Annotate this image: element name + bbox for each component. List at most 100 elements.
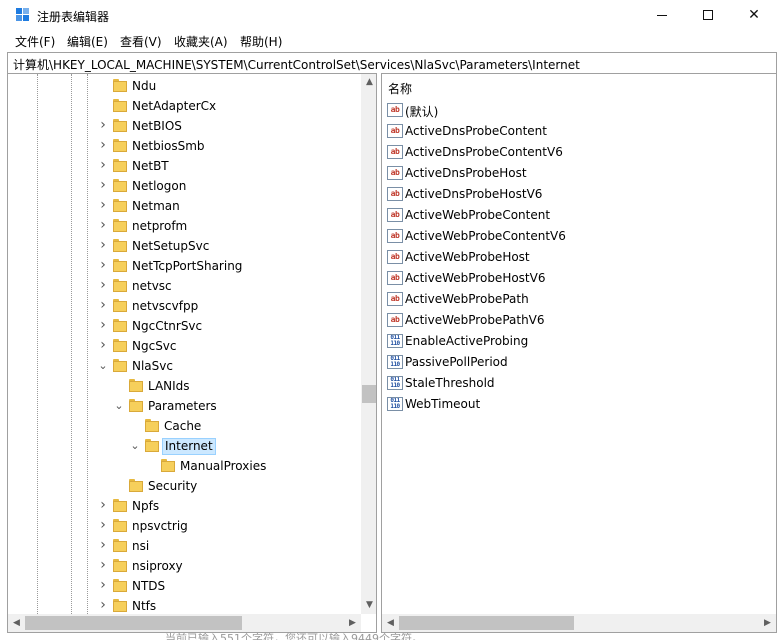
menu-file[interactable]: 文件(F): [15, 33, 55, 50]
tree-item-label[interactable]: nsiproxy: [130, 558, 185, 575]
chevron-right-icon[interactable]: ›: [97, 338, 109, 352]
tree-item-label[interactable]: NetTcpPortSharing: [130, 258, 244, 275]
chevron-right-icon[interactable]: ›: [97, 258, 109, 272]
maximize-button[interactable]: [685, 0, 731, 30]
chevron-down-icon[interactable]: ⌄: [129, 440, 141, 452]
value-name[interactable]: ActiveDnsProbeHostV6: [405, 187, 542, 201]
value-name[interactable]: ActiveWebProbePath: [405, 292, 529, 306]
tree-item-ngcctnrsvc[interactable]: › NgcCtnrSvc: [8, 316, 361, 336]
tree-item-label[interactable]: NetAdapterCx: [130, 98, 218, 115]
value-name[interactable]: StaleThreshold: [405, 376, 495, 390]
scroll-left-icon[interactable]: ◀: [382, 614, 399, 632]
address-bar[interactable]: 计算机\HKEY_LOCAL_MACHINE\SYSTEM\CurrentCon…: [7, 52, 777, 73]
tree-vertical-scroll-thumb[interactable]: [362, 385, 376, 403]
value-row[interactable]: ab ActiveWebProbeContentV6: [386, 226, 766, 247]
tree-item-ntfs[interactable]: › Ntfs: [8, 596, 361, 614]
close-button[interactable]: ✕: [731, 0, 777, 30]
tree-item-security[interactable]: Security: [8, 476, 361, 496]
list-horizontal-scroll-thumb[interactable]: [399, 616, 574, 630]
chevron-right-icon[interactable]: ›: [97, 238, 109, 252]
tree-item-label[interactable]: Npfs: [130, 498, 161, 515]
tree-item-netprofm[interactable]: › netprofm: [8, 216, 361, 236]
tree-item-label[interactable]: Ntfs: [130, 598, 158, 614]
value-row[interactable]: ab ActiveDnsProbeHost: [386, 163, 766, 184]
value-row[interactable]: ab ActiveWebProbeContent: [386, 205, 766, 226]
chevron-right-icon[interactable]: ›: [97, 298, 109, 312]
chevron-down-icon[interactable]: ⌄: [113, 400, 125, 412]
tree-item-label[interactable]: Parameters: [146, 398, 219, 415]
chevron-right-icon[interactable]: ›: [97, 178, 109, 192]
scroll-up-icon[interactable]: ▲: [361, 74, 376, 91]
tree-item-netman[interactable]: › Netman: [8, 196, 361, 216]
value-row[interactable]: 011 110 PassivePollPeriod: [386, 352, 766, 373]
tree-item-label[interactable]: Ndu: [130, 78, 158, 95]
tree-item-label[interactable]: Cache: [162, 418, 203, 435]
tree-item-label[interactable]: Security: [146, 478, 199, 495]
value-row[interactable]: ab ActiveDnsProbeContent: [386, 121, 766, 142]
chevron-right-icon[interactable]: ›: [97, 598, 109, 612]
value-row[interactable]: ab ActiveDnsProbeHostV6: [386, 184, 766, 205]
chevron-right-icon[interactable]: ›: [97, 538, 109, 552]
tree-item-label[interactable]: netprofm: [130, 218, 189, 235]
tree-item-ngcsvc[interactable]: › NgcSvc: [8, 336, 361, 356]
tree-item-ntds[interactable]: › NTDS: [8, 576, 361, 596]
tree-item-label[interactable]: NetBT: [130, 158, 171, 175]
value-row[interactable]: 011 110 EnableActiveProbing: [386, 331, 766, 352]
minimize-button[interactable]: [639, 0, 685, 30]
chevron-right-icon[interactable]: ›: [97, 158, 109, 172]
chevron-right-icon[interactable]: ›: [97, 218, 109, 232]
tree-item-label[interactable]: netvsc: [130, 278, 174, 295]
tree-item-label[interactable]: NetSetupSvc: [130, 238, 211, 255]
menu-favorites[interactable]: 收藏夹(A): [174, 33, 228, 50]
tree-item-label[interactable]: NetBIOS: [130, 118, 184, 135]
scroll-right-icon[interactable]: ▶: [344, 614, 361, 632]
tree-item-parameters[interactable]: ⌄ Parameters: [8, 396, 361, 416]
tree-item-manualproxies[interactable]: ManualProxies: [8, 456, 361, 476]
value-name[interactable]: PassivePollPeriod: [405, 355, 508, 369]
chevron-right-icon[interactable]: ›: [97, 278, 109, 292]
value-row[interactable]: ab ActiveWebProbePath: [386, 289, 766, 310]
list-horizontal-scrollbar[interactable]: ◀ ▶: [382, 614, 776, 632]
tree-item-label[interactable]: Netlogon: [130, 178, 188, 195]
chevron-right-icon[interactable]: ›: [97, 498, 109, 512]
scroll-right-icon[interactable]: ▶: [759, 614, 776, 632]
tree-item-label[interactable]: Internet: [162, 438, 216, 455]
value-name[interactable]: ActiveDnsProbeHost: [405, 166, 527, 180]
tree-item-nsiproxy[interactable]: › nsiproxy: [8, 556, 361, 576]
menu-help[interactable]: 帮助(H): [240, 33, 282, 50]
value-name[interactable]: ActiveWebProbePathV6: [405, 313, 545, 327]
value-row[interactable]: 011 110 WebTimeout: [386, 394, 766, 415]
tree-item-label[interactable]: ManualProxies: [178, 458, 268, 475]
tree-item-label[interactable]: NgcSvc: [130, 338, 179, 355]
tree-item-label[interactable]: NTDS: [130, 578, 167, 595]
value-name[interactable]: ActiveDnsProbeContent: [405, 124, 547, 138]
chevron-right-icon[interactable]: ›: [97, 518, 109, 532]
tree-item-netsetupsvc[interactable]: › NetSetupSvc: [8, 236, 361, 256]
scroll-left-icon[interactable]: ◀: [8, 614, 25, 632]
value-name[interactable]: ActiveWebProbeContent: [405, 208, 550, 222]
tree-item-nlasvc[interactable]: ⌄ NlaSvc: [8, 356, 361, 376]
value-row[interactable]: ab ActiveDnsProbeContentV6: [386, 142, 766, 163]
tree-item-cache[interactable]: Cache: [8, 416, 361, 436]
value-name[interactable]: (默认): [405, 103, 438, 120]
tree-item-label[interactable]: LANIds: [146, 378, 192, 395]
chevron-right-icon[interactable]: ›: [97, 138, 109, 152]
tree-item-nsi[interactable]: › nsi: [8, 536, 361, 556]
value-name[interactable]: EnableActiveProbing: [405, 334, 528, 348]
chevron-right-icon[interactable]: ›: [97, 118, 109, 132]
tree-item-label[interactable]: Netman: [130, 198, 182, 215]
tree-item-npsvctrig[interactable]: › npsvctrig: [8, 516, 361, 536]
tree-vertical-scrollbar[interactable]: ▲ ▼: [361, 74, 376, 614]
tree-item-netlogon[interactable]: › Netlogon: [8, 176, 361, 196]
tree-item-label[interactable]: nsi: [130, 538, 151, 555]
tree-item-npfs[interactable]: › Npfs: [8, 496, 361, 516]
menu-edit[interactable]: 编辑(E): [67, 33, 108, 50]
tree-item-label[interactable]: netvscvfpp: [130, 298, 200, 315]
tree-item-netvscvfpp[interactable]: › netvscvfpp: [8, 296, 361, 316]
scroll-down-icon[interactable]: ▼: [361, 597, 376, 614]
value-row[interactable]: ab ActiveWebProbeHost: [386, 247, 766, 268]
chevron-down-icon[interactable]: ⌄: [97, 360, 109, 372]
tree-item-internet[interactable]: ⌄ Internet: [8, 436, 361, 456]
value-row[interactable]: ab ActiveWebProbeHostV6: [386, 268, 766, 289]
value-list-pane[interactable]: 名称 ab (默认) ab ActiveDnsProbeContent ab Active…: [381, 73, 777, 633]
